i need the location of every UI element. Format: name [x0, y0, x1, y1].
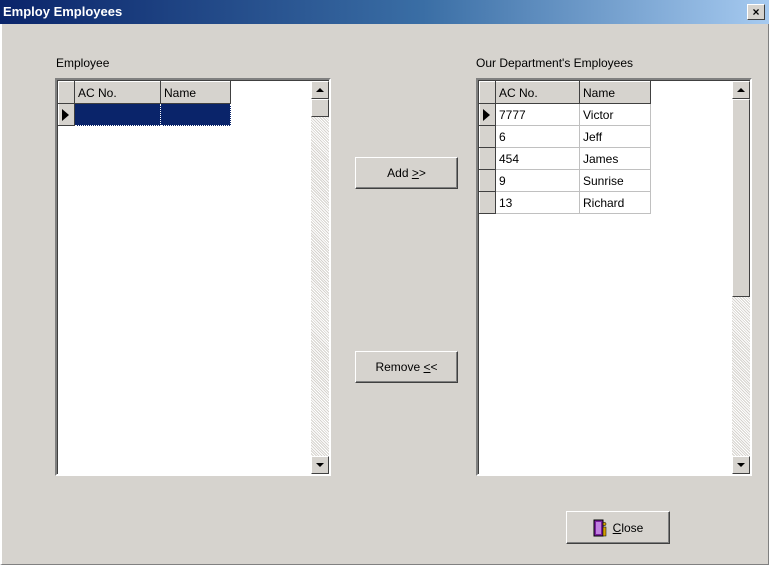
- grid-corner-header: [479, 81, 496, 104]
- department-grid-scrollbar[interactable]: [732, 81, 750, 474]
- scroll-down-button[interactable]: [732, 456, 750, 474]
- table-row[interactable]: 9 Sunrise: [479, 169, 651, 192]
- close-button-accel: C: [612, 520, 622, 535]
- remove-button-accel: <: [423, 360, 431, 374]
- row-indicator[interactable]: [479, 191, 496, 214]
- arrow-down-icon: [737, 463, 745, 467]
- scroll-down-button[interactable]: [311, 456, 329, 474]
- department-employees-grid[interactable]: AC No. Name 7777 Victor 6 Jeff 454 James…: [476, 78, 752, 476]
- current-row-arrow-icon: [62, 109, 69, 121]
- employee-label: Employee: [56, 56, 110, 70]
- selected-cell-name[interactable]: [160, 103, 231, 126]
- remove-button[interactable]: Remove < <: [355, 351, 458, 383]
- cell-ac-no[interactable]: 13: [495, 191, 580, 214]
- column-header-name[interactable]: Name: [160, 81, 231, 104]
- cell-name[interactable]: Victor: [579, 103, 651, 126]
- close-button-label: lose: [621, 520, 644, 535]
- selected-cell-ac-no[interactable]: [74, 103, 161, 126]
- employee-grid-scrollbar[interactable]: [311, 81, 329, 474]
- cell-name[interactable]: James: [579, 147, 651, 170]
- scroll-up-button[interactable]: [311, 81, 329, 99]
- column-header-ac-no[interactable]: AC No.: [74, 81, 161, 104]
- arrow-up-icon: [316, 88, 324, 92]
- table-row[interactable]: 6 Jeff: [479, 125, 651, 148]
- table-row[interactable]: 7777 Victor: [479, 103, 651, 126]
- scroll-thumb[interactable]: [732, 99, 750, 297]
- row-indicator[interactable]: [58, 103, 75, 126]
- add-button-label: Add: [387, 166, 412, 180]
- cell-name[interactable]: Jeff: [579, 125, 651, 148]
- scroll-up-button[interactable]: [732, 81, 750, 99]
- add-button-accel: >: [411, 166, 419, 180]
- row-indicator[interactable]: [479, 103, 496, 126]
- grid-corner-header: [58, 81, 75, 104]
- table-row[interactable]: 454 James: [479, 147, 651, 170]
- window-close-button[interactable]: ×: [747, 4, 765, 20]
- cell-ac-no[interactable]: 7777: [495, 103, 580, 126]
- cell-ac-no[interactable]: 454: [495, 147, 580, 170]
- add-button-suffix: >: [418, 166, 426, 180]
- window-title: Employ Employees: [3, 4, 123, 19]
- employee-grid[interactable]: AC No. Name: [55, 78, 331, 476]
- cell-ac-no[interactable]: 6: [495, 125, 580, 148]
- add-button[interactable]: Add > >: [355, 157, 458, 189]
- scroll-thumb[interactable]: [311, 99, 329, 117]
- current-row-arrow-icon: [483, 109, 490, 121]
- row-indicator[interactable]: [479, 169, 496, 192]
- column-header-ac-no[interactable]: AC No.: [495, 81, 580, 104]
- arrow-down-icon: [316, 463, 324, 467]
- cell-name[interactable]: Sunrise: [579, 169, 651, 192]
- remove-button-label: Remove: [375, 360, 424, 374]
- cell-name[interactable]: Richard: [579, 191, 651, 214]
- department-employees-label: Our Department's Employees: [476, 56, 634, 70]
- arrow-up-icon: [737, 88, 745, 92]
- door-exit-icon: [593, 519, 607, 536]
- close-button[interactable]: Close: [566, 511, 670, 544]
- cell-ac-no[interactable]: 9: [495, 169, 580, 192]
- column-header-name[interactable]: Name: [579, 81, 651, 104]
- table-row[interactable]: 13 Richard: [479, 191, 651, 214]
- row-indicator[interactable]: [479, 147, 496, 170]
- row-indicator[interactable]: [479, 125, 496, 148]
- title-bar: Employ Employees ×: [0, 0, 769, 24]
- remove-button-suffix: <: [430, 360, 438, 374]
